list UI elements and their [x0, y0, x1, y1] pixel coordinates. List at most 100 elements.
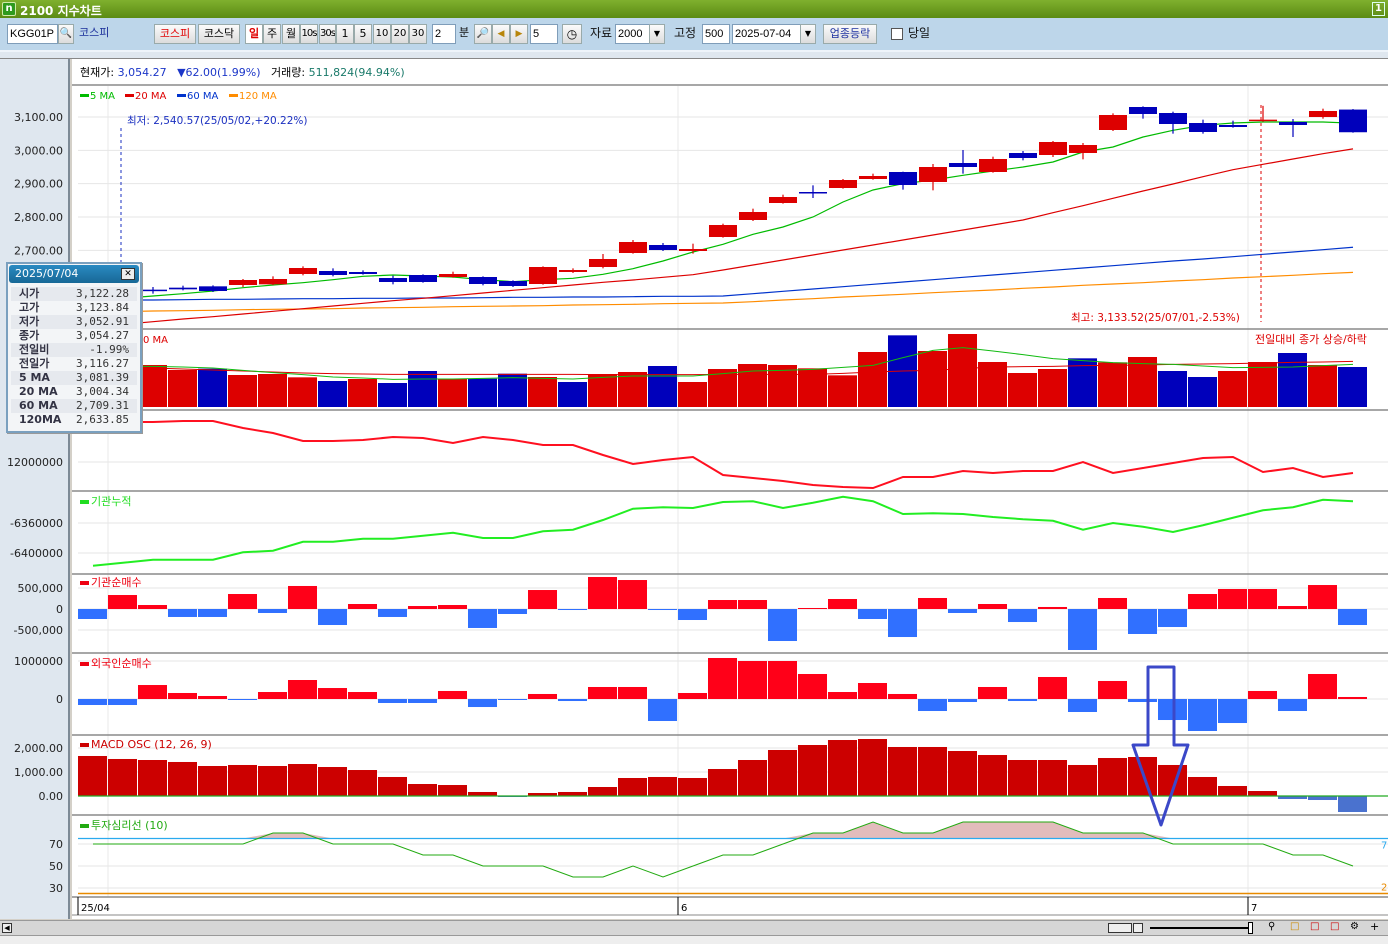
- candle-body: [949, 163, 977, 167]
- tooltip-date: 2025/07/04: [15, 267, 79, 280]
- panel-title: 기관누적: [91, 495, 131, 508]
- macd-osc-bar: [468, 791, 497, 796]
- foreign-net-bar: [948, 699, 977, 703]
- add-icon[interactable]: +: [1370, 920, 1379, 933]
- inst-net-bar: [1128, 609, 1157, 634]
- macd-osc-bar: [1188, 776, 1217, 796]
- volume-color-note: 전일대비 종가 상승/하락: [1255, 332, 1367, 346]
- inst-net-bar: [1098, 597, 1127, 609]
- tooltip-row-label: 종가: [19, 329, 40, 342]
- down-arrow-annotation-icon: [1131, 665, 1190, 827]
- macd-osc-bar: [1338, 796, 1367, 813]
- volume-bar: [588, 374, 617, 407]
- volume-bar: [1008, 373, 1037, 407]
- candle-body: [799, 192, 827, 194]
- y-axis-tick-label: 70: [49, 838, 63, 851]
- chart-icon[interactable]: □: [1330, 921, 1339, 932]
- volume-bar: [558, 382, 587, 407]
- macd-osc-bar: [318, 767, 347, 796]
- doc-icon[interactable]: □: [1310, 921, 1319, 932]
- current-price-label: 현재가:: [80, 66, 115, 79]
- bottom-strip: [0, 936, 1388, 944]
- candle-body: [739, 212, 767, 220]
- tooltip-row-value: 3,052.91: [76, 315, 129, 328]
- low-annotation: 최저: 2,540.57(25/05/02,+20.22%): [127, 115, 307, 127]
- tooltip-row: 시가 3,122.28: [11, 287, 137, 301]
- foreign-net-bar: [558, 699, 587, 702]
- foreign-net-bar: [1128, 699, 1157, 703]
- tooltip-row: 전일가 3,116.27: [11, 357, 137, 371]
- inst-net-bar: [468, 609, 497, 628]
- volume-bar: [1188, 377, 1217, 407]
- inst-net-bar: [678, 609, 707, 621]
- candle-body: [529, 267, 557, 284]
- tooltip-row-label: 120MA: [19, 413, 62, 426]
- candle-body: [289, 268, 317, 274]
- volume-bar: [1338, 367, 1367, 407]
- zoom-slider-track[interactable]: [1150, 927, 1250, 929]
- volume-bar: [828, 375, 857, 407]
- foreign-net-bar: [1248, 690, 1277, 699]
- macd-osc-bar: [1068, 764, 1097, 796]
- zoom-box[interactable]: [1108, 923, 1132, 933]
- panel-title: 외국인순매수: [91, 657, 152, 670]
- scroll-left-icon[interactable]: ◀: [2, 923, 12, 933]
- zoom-toggle[interactable]: [1133, 923, 1143, 933]
- chart-canvas[interactable]: 3,100.00 3,000.00 2,900.00 2,800.00 2,700.00…: [0, 0, 1388, 944]
- panel-cum: [92, 495, 1354, 567]
- foreign-net-bar: [408, 699, 437, 703]
- volume-bar: [1248, 362, 1277, 407]
- macd-osc-bar: [378, 776, 407, 796]
- legend-swatch: [80, 581, 89, 585]
- foreign-net-bar: [858, 683, 887, 699]
- macd-osc-bar: [798, 745, 827, 796]
- foreign-net-bar: [198, 695, 227, 699]
- macd-osc-bar: [678, 778, 707, 796]
- foreign-net-bar: [288, 680, 317, 699]
- inst-net-bar: [348, 604, 377, 609]
- candle-body: [649, 245, 677, 250]
- volume-bar: [1158, 371, 1187, 407]
- foreign-net-bar: [1308, 673, 1337, 699]
- ma120-line: [92, 271, 1354, 313]
- upper-threshold-label: 75: [1381, 841, 1388, 852]
- y-axis-tick-label: 2,700.00: [14, 244, 63, 257]
- candle-body: [859, 176, 887, 179]
- candle-body: [1039, 142, 1067, 155]
- volume-bar: [528, 377, 557, 407]
- inst-net-bar: [108, 595, 137, 609]
- inst-cumulative-line: [92, 495, 1354, 567]
- volume-bar: [918, 351, 947, 407]
- macd-osc-bar: [288, 764, 317, 796]
- foreign-net-bar: [1278, 699, 1307, 712]
- inst-net-bar: [1038, 606, 1067, 609]
- horizontal-scrollbar[interactable]: ◀ ⚲ □ □ □ ⚙ +: [0, 920, 1388, 936]
- y-axis-tick-label: 0: [56, 693, 63, 706]
- foreign-net-bar: [1188, 699, 1217, 731]
- zoom-slider-handle[interactable]: [1248, 922, 1253, 934]
- candle-body: [709, 225, 737, 237]
- inst-net-bar: [1188, 594, 1217, 609]
- settings-icon[interactable]: ⚙: [1350, 921, 1359, 932]
- inst-net-bar: [1218, 589, 1247, 609]
- inst-net-bar: [828, 599, 857, 609]
- volume-bar: [618, 372, 647, 407]
- note-icon[interactable]: □: [1290, 921, 1299, 932]
- candle-body: [349, 272, 377, 274]
- tooltip-row-label: 20 MA: [19, 385, 58, 398]
- macd-osc-bar: [768, 749, 797, 796]
- legend-swatch: [177, 94, 186, 97]
- x-axis-label: 25/04: [81, 903, 110, 914]
- close-icon[interactable]: ✕: [121, 268, 135, 280]
- inst-net-bar: [708, 600, 737, 609]
- foreign-net-bar: [438, 690, 467, 699]
- volume-bar: [288, 377, 317, 407]
- foreign-net-bar: [1098, 680, 1127, 699]
- volume-bar: [408, 371, 437, 407]
- tooltip-row: 5 MA 3,081.39: [11, 371, 137, 385]
- tooltip-row-value: 3,116.27: [76, 357, 129, 370]
- foreign-net-bar: [708, 657, 737, 699]
- foreign-net-bar: [168, 692, 197, 699]
- candle-body: [1129, 107, 1157, 114]
- magnifier-icon[interactable]: ⚲: [1268, 921, 1275, 932]
